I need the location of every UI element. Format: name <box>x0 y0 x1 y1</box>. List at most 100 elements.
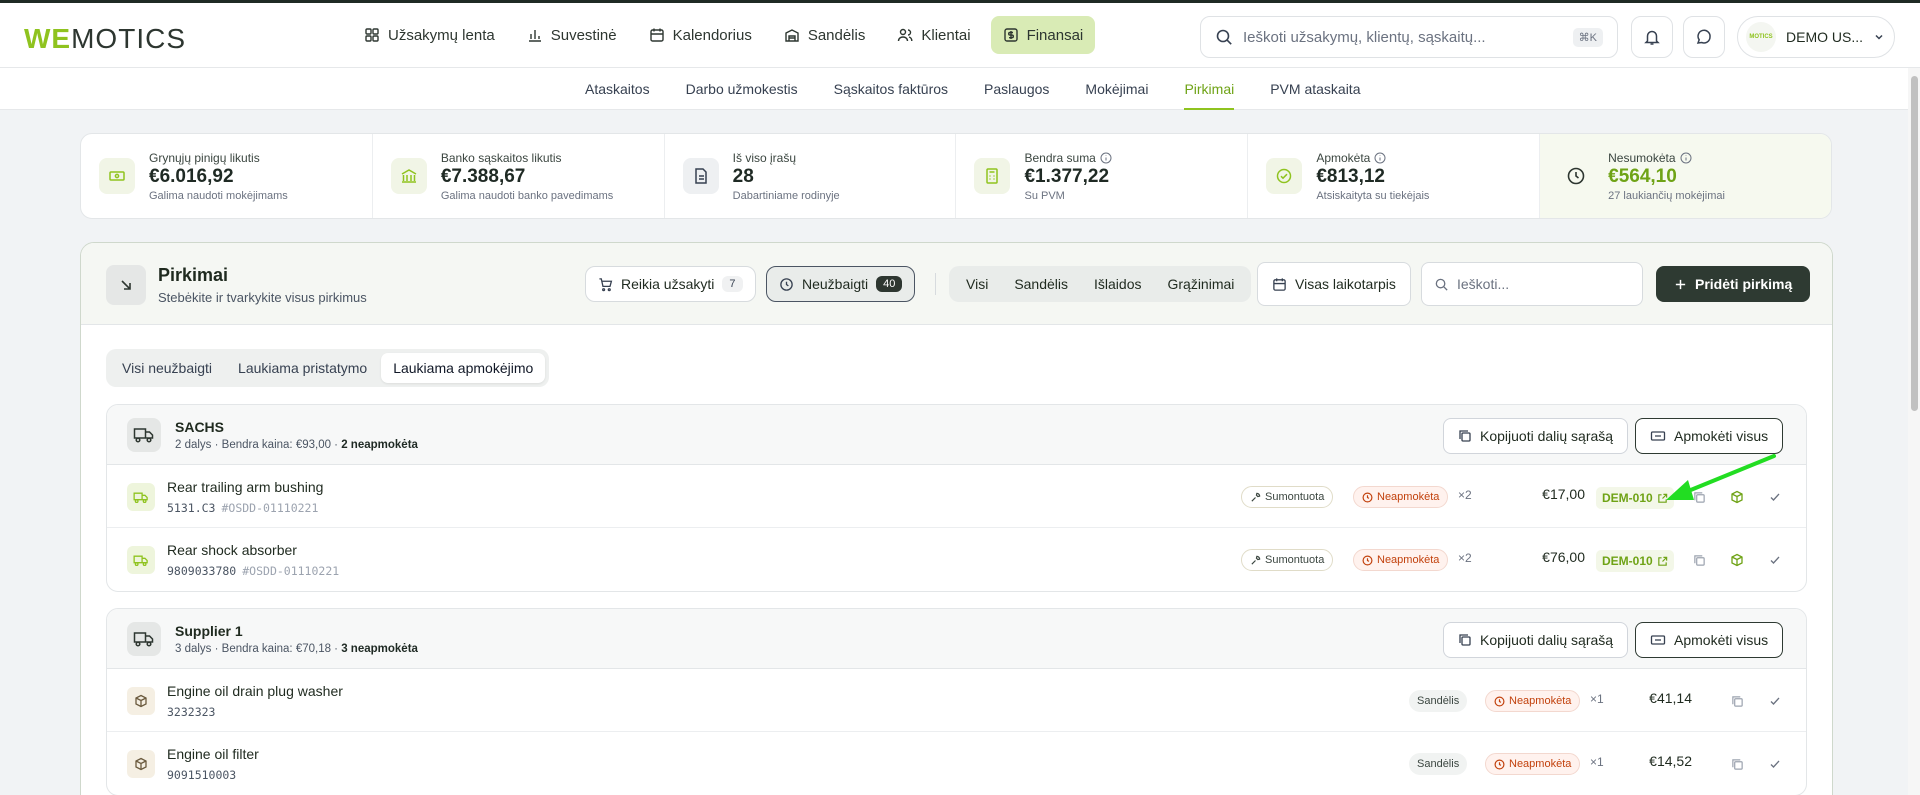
messages-button[interactable] <box>1683 16 1725 58</box>
segment-warehouse[interactable]: Sandėlis <box>1001 276 1081 292</box>
table-row[interactable]: Engine oil drain plug washer 3232323 San… <box>107 669 1806 732</box>
mark-paid-button[interactable] <box>1765 550 1785 570</box>
clock-icon <box>1558 158 1594 194</box>
filter-label: Neužbaigti <box>802 276 869 292</box>
button-label: Apmokėti visus <box>1674 428 1769 444</box>
calendar-icon <box>1273 277 1286 291</box>
stat-label: Apmokėta <box>1316 151 1429 165</box>
check-icon <box>1770 760 1780 768</box>
segment-all[interactable]: Visi <box>953 276 1001 292</box>
search-shortcut: ⌘K <box>1572 27 1603 47</box>
main-nav: Užsakymų lenta Suvestinė Kalendorius San… <box>352 16 1096 54</box>
payment-badge: Neapmokėta <box>1485 753 1581 775</box>
plus-icon <box>1675 279 1686 289</box>
tab-awaiting-delivery[interactable]: Laukiama pristatymo <box>226 353 379 383</box>
quantity: ×1 <box>1590 692 1604 706</box>
order-link[interactable]: DEM-010 <box>1596 550 1674 572</box>
tab-awaiting-payment[interactable]: Laukiama apmokėjimo <box>381 353 546 383</box>
stat-value: €1.377,22 <box>1024 165 1110 187</box>
stat-value: €6.016,92 <box>149 165 234 187</box>
price: €14,52 <box>1649 753 1692 769</box>
unfinished-filter[interactable]: Neužbaigti 40 <box>766 266 916 302</box>
search-icon <box>1216 29 1232 45</box>
subnav-purchases[interactable]: Pirkimai <box>1184 68 1234 110</box>
package-icon <box>127 750 155 778</box>
info-icon[interactable] <box>1680 152 1692 164</box>
document-icon <box>682 158 719 194</box>
table-row[interactable]: Rear shock absorber 9809033780 #OSDD-0111… <box>107 528 1806 591</box>
top-bar: WEMOTICS Užsakymų lenta Suvestinė Kalend… <box>0 0 1920 68</box>
supplier-group-sachs: SACHS 2 dalys · Bendra kaina: €93,00 · 2… <box>106 404 1807 592</box>
check-icon <box>1770 556 1780 564</box>
divider <box>935 273 936 295</box>
copy-icon <box>1731 758 1743 770</box>
dollar-icon <box>1003 28 1018 42</box>
scrollbar-thumb[interactable] <box>1911 76 1918 411</box>
copy-button[interactable] <box>1727 754 1747 774</box>
subnav-invoices[interactable]: Sąskaitos faktūros <box>834 68 948 110</box>
stat-label: Grynųjų pinigų likutis <box>149 150 260 165</box>
nav-item-orders-board[interactable]: Užsakymų lenta <box>352 16 507 54</box>
button-label: Kopijuoti dalių sąrašą <box>1480 632 1614 648</box>
nav-item-calendar[interactable]: Kalendorius <box>637 16 764 54</box>
nav-item-summary[interactable]: Suvestinė <box>515 16 629 54</box>
segment-returns[interactable]: Grąžinimai <box>1154 276 1247 292</box>
finance-subnav: Ataskaitos Darbo užmokestis Sąskaitos fa… <box>0 68 1920 110</box>
bar-chart-icon <box>528 30 541 42</box>
nav-item-clients[interactable]: Klientai <box>885 16 982 54</box>
global-search[interactable]: Ieškoti užsakymų, klientų, sąskaitų... ⌘… <box>1200 16 1618 58</box>
info-icon[interactable] <box>1100 152 1112 164</box>
clock-icon <box>1494 759 1505 769</box>
add-purchase-button[interactable]: Pridėti pirkimą <box>1656 266 1811 302</box>
info-icon[interactable] <box>1374 152 1386 164</box>
pay-all-button[interactable]: Apmokėti visus <box>1635 418 1784 454</box>
stat-value: €7.388,67 <box>440 165 526 187</box>
subnav-payments[interactable]: Mokėjimai <box>1085 68 1148 110</box>
notifications-button[interactable] <box>1631 16 1673 58</box>
truck-icon <box>127 546 155 574</box>
stat-label: Bendra suma <box>1024 151 1112 165</box>
wrench-icon <box>1251 555 1261 565</box>
copy-icon <box>1693 554 1705 566</box>
mark-paid-button[interactable] <box>1765 754 1785 774</box>
table-row[interactable]: Engine oil filter 9091510003 Sandėlis Ne… <box>107 732 1806 795</box>
table-row[interactable]: Rear trailing arm bushing 5131.C3 #OSDD-0… <box>107 465 1806 528</box>
needs-order-filter[interactable]: Reikia užsakyti 7 <box>585 266 756 302</box>
period-picker[interactable]: Visas laikotarpis <box>1257 262 1411 306</box>
clock-icon <box>1494 696 1505 706</box>
check-icon <box>1770 697 1780 705</box>
tab-all-unfinished[interactable]: Visi neužbaigti <box>110 353 224 383</box>
stat-sub: Galima naudoti mokėjimams <box>149 189 288 202</box>
copy-button[interactable] <box>1727 691 1747 711</box>
subnav-reports[interactable]: Ataskaitos <box>585 68 650 110</box>
quantity: ×1 <box>1590 755 1604 769</box>
payment-badge: Neapmokėta <box>1485 690 1581 712</box>
search-input[interactable]: Ieškoti užsakymų, klientų, sąskaitų... <box>1243 29 1486 46</box>
copy-button[interactable] <box>1689 550 1709 570</box>
purchases-search[interactable]: Ieškoti... <box>1421 262 1643 306</box>
stat-sub: Atsiskaityta su tiekėjais <box>1316 189 1430 202</box>
subnav-payroll[interactable]: Darbo užmokestis <box>686 68 798 110</box>
nav-item-finance[interactable]: Finansai <box>990 16 1096 54</box>
nav-item-warehouse[interactable]: Sandėlis <box>772 16 878 54</box>
subnav-services[interactable]: Paslaugos <box>984 68 1049 110</box>
panel-header: Pirkimai Stebėkite ir tvarkykite visus p… <box>81 243 1832 325</box>
pay-all-button[interactable]: Apmokėti visus <box>1635 622 1784 658</box>
external-link-icon <box>1657 556 1667 566</box>
copy-parts-list-button[interactable]: Kopijuoti dalių sąrašą <box>1443 418 1629 454</box>
segment-expenses[interactable]: Išlaidos <box>1081 276 1154 292</box>
chat-icon <box>1696 29 1711 44</box>
app-logo[interactable]: WEMOTICS <box>24 23 186 55</box>
search-input[interactable]: Ieškoti... <box>1457 276 1509 292</box>
button-label: Apmokėti visus <box>1674 632 1769 648</box>
stat-label: Iš viso įrašų <box>732 150 797 165</box>
copy-parts-list-button[interactable]: Kopijuoti dalių sąrašą <box>1443 622 1629 658</box>
user-menu[interactable]: MOTICS DEMO US... <box>1737 16 1895 58</box>
mark-paid-button[interactable] <box>1765 691 1785 711</box>
warehouse-button[interactable] <box>1727 550 1747 570</box>
subnav-vat-report[interactable]: PVM ataskaita <box>1270 68 1360 110</box>
stat-sub: Dabartiniame rodinyje <box>732 189 840 202</box>
part-name: Engine oil filter <box>167 746 259 762</box>
wrench-icon <box>1251 492 1261 502</box>
user-name: DEMO US... <box>1786 29 1864 45</box>
